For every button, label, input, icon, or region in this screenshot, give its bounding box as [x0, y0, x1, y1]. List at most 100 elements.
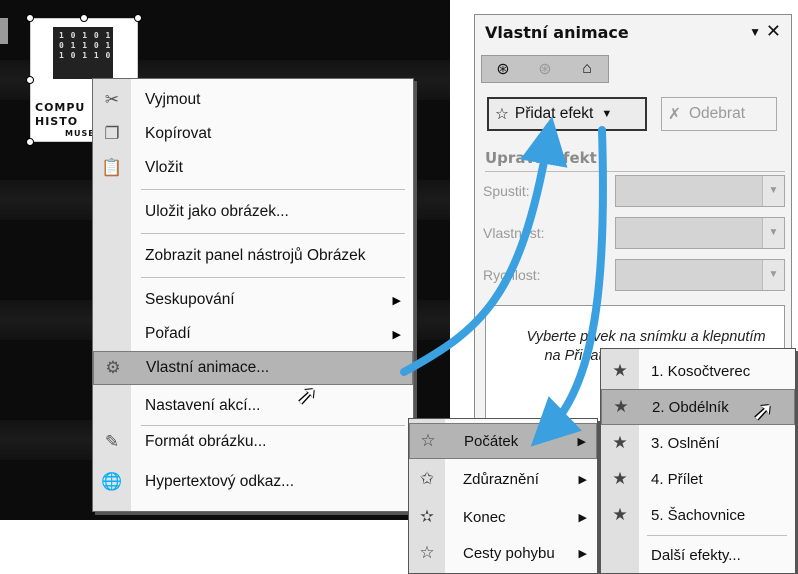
scissors-icon: ✂ [104, 90, 120, 109]
submenu-arrow-icon: ▶ [578, 547, 587, 560]
menu-item-entrance[interactable]: ☆ Počátek ▶ [409, 423, 597, 459]
format-picture-icon: ✎ [104, 432, 120, 451]
menu-item-label: Kopírovat [145, 125, 212, 142]
submenu-arrow-icon: ▶ [578, 473, 587, 486]
chevron-down-icon: ▼ [762, 176, 784, 206]
remove-icon: ✗ [668, 105, 681, 123]
forward-icon[interactable]: ⊛ [524, 59, 566, 79]
resize-handle[interactable] [134, 14, 142, 22]
menu-item-hyperlink[interactable]: 🌐 Hypertextový odkaz... [93, 465, 413, 499]
start-label: Spustit: [483, 183, 530, 199]
add-effect-button[interactable]: ☆ Přidat efekt ▼ [487, 97, 647, 131]
pane-dropdown-icon[interactable]: ▼ [749, 25, 761, 39]
menu-item-label: Konec [463, 508, 506, 526]
menu-item-grouping[interactable]: Seskupování ▶ [93, 283, 413, 317]
remove-label: Odebrat [689, 105, 746, 122]
menu-item-label: Zobrazit panel nástrojů Obrázek [145, 247, 366, 264]
menu-item-label: Uložit jako obrázek... [145, 203, 289, 220]
submenu-arrow-icon: ▶ [578, 511, 587, 524]
add-effect-star-icon: ☆ [495, 105, 509, 123]
menu-item-effect-diamond[interactable]: ★ 1. Kosočtverec [601, 353, 795, 389]
effect-star-icon: ★ [612, 361, 628, 380]
add-effect-label: Přidat efekt [514, 105, 594, 122]
menu-item-action-settings[interactable]: Nastavení akcí... [93, 389, 413, 423]
back-icon[interactable]: ⊛ [482, 59, 524, 79]
menu-separator [647, 535, 787, 536]
menu-item-label: Další efekty... [651, 546, 741, 564]
menu-item-show-picture-toolbar[interactable]: Zobrazit panel nástrojů Obrázek [93, 239, 413, 273]
property-combo[interactable]: ▼ [615, 217, 785, 249]
menu-item-label: 1. Kosočtverec [651, 362, 751, 380]
emphasis-star-icon: ✩ [419, 469, 435, 488]
menu-item-label: Vlastní animace... [146, 359, 270, 376]
submenu-arrow-icon: ▶ [392, 328, 401, 341]
menu-item-format-picture[interactable]: ✎ Formát obrázku... [93, 425, 413, 459]
chip-graphic: 1 0 1 0 1 0 1 1 0 1 1 0 1 1 0 [53, 27, 113, 79]
menu-item-custom-animation[interactable]: ⚙ Vlastní animace... [93, 351, 413, 385]
property-label: Vlastnost: [483, 225, 545, 241]
submenu-arrow-icon: ▶ [577, 435, 586, 448]
logo-text-line1: COMPU [35, 101, 86, 114]
effect-star-icon: ★ [612, 433, 628, 452]
add-effect-menu: ☆ Počátek ▶ ✩ Zdůraznění ▶ ✫ Konec ▶ ☆ C… [408, 418, 598, 574]
menu-item-label: Cesty pohybu [463, 544, 555, 562]
menu-item-label: Hypertextový odkaz... [145, 473, 295, 490]
logo-text-line2: HISTO [35, 115, 79, 128]
menu-item-label: 2. Obdélník [652, 398, 729, 416]
section-divider [485, 171, 785, 172]
menu-item-motion-paths[interactable]: ☆ Cesty pohybu ▶ [409, 535, 597, 571]
menu-item-cut[interactable]: ✂ Vyjmout [93, 83, 413, 117]
menu-item-label: 5. Šachovnice [651, 506, 746, 524]
menu-item-copy[interactable]: ❐ Kopírovat [93, 117, 413, 151]
menu-item-paste[interactable]: 📋 Vložit [93, 151, 413, 185]
menu-item-exit[interactable]: ✫ Konec ▶ [409, 499, 597, 535]
menu-separator [141, 189, 405, 190]
menu-item-label: 4. Přílet [651, 470, 703, 488]
pane-navigation-bar: ⊛ ⊛ ⌂ [481, 55, 609, 83]
menu-item-label: Vyjmout [145, 91, 201, 108]
menu-item-more-effects[interactable]: Další efekty... [601, 537, 795, 573]
chevron-down-icon: ▼ [762, 218, 784, 248]
effect-star-icon: ★ [612, 505, 628, 524]
menu-item-effect-checkerboard[interactable]: ★ 5. Šachovnice [601, 497, 795, 533]
entrance-star-icon: ☆ [420, 431, 436, 450]
slide-thumbnail-edge [0, 18, 8, 44]
menu-item-order[interactable]: Pořadí ▶ [93, 317, 413, 351]
resize-handle[interactable] [26, 76, 34, 84]
context-menu: ✂ Vyjmout ❐ Kopírovat 📋 Vložit Uložit ja… [92, 78, 414, 512]
menu-separator [141, 233, 405, 234]
close-icon[interactable]: ✕ [766, 21, 781, 42]
mouse-cursor-icon: ➚ [296, 380, 318, 410]
copy-icon: ❐ [104, 124, 120, 143]
entrance-effects-submenu: ★ 1. Kosočtverec ★ 2. Obdélník ★ 3. Osln… [600, 348, 796, 574]
paste-icon: 📋 [101, 158, 123, 177]
start-combo[interactable]: ▼ [615, 175, 785, 207]
chevron-down-icon: ▼ [601, 108, 613, 120]
home-icon[interactable]: ⌂ [566, 60, 608, 78]
effect-star-icon: ★ [612, 469, 628, 488]
mouse-cursor-icon: ➚ [752, 396, 774, 426]
menu-item-effect-fly-in[interactable]: ★ 4. Přílet [601, 461, 795, 497]
effect-star-icon: ★ [613, 397, 629, 416]
modify-effect-heading: Upravit efekt [485, 149, 597, 167]
menu-item-effect-dissolve[interactable]: ★ 3. Oslnění [601, 425, 795, 461]
menu-item-emphasis[interactable]: ✩ Zdůraznění ▶ [409, 461, 597, 497]
animation-icon: ⚙ [105, 358, 121, 377]
menu-item-label: Počátek [464, 432, 519, 450]
pane-title: Vlastní animace [485, 23, 629, 42]
resize-handle[interactable] [80, 14, 88, 22]
resize-handle[interactable] [26, 14, 34, 22]
speed-combo[interactable]: ▼ [615, 259, 785, 291]
menu-item-label: Pořadí [145, 325, 191, 342]
remove-button[interactable]: ✗ Odebrat [661, 97, 777, 131]
speed-label: Rychlost: [483, 267, 541, 283]
resize-handle[interactable] [26, 138, 34, 146]
menu-item-label: Nastavení akcí... [145, 397, 261, 414]
menu-item-save-as-picture[interactable]: Uložit jako obrázek... [93, 195, 413, 229]
menu-item-label: 3. Oslnění [651, 434, 720, 452]
submenu-arrow-icon: ▶ [392, 294, 401, 307]
hyperlink-globe-icon: 🌐 [101, 472, 123, 491]
exit-star-icon: ✫ [419, 507, 435, 526]
menu-item-label: Vložit [145, 159, 183, 176]
motion-path-star-icon: ☆ [419, 543, 435, 562]
